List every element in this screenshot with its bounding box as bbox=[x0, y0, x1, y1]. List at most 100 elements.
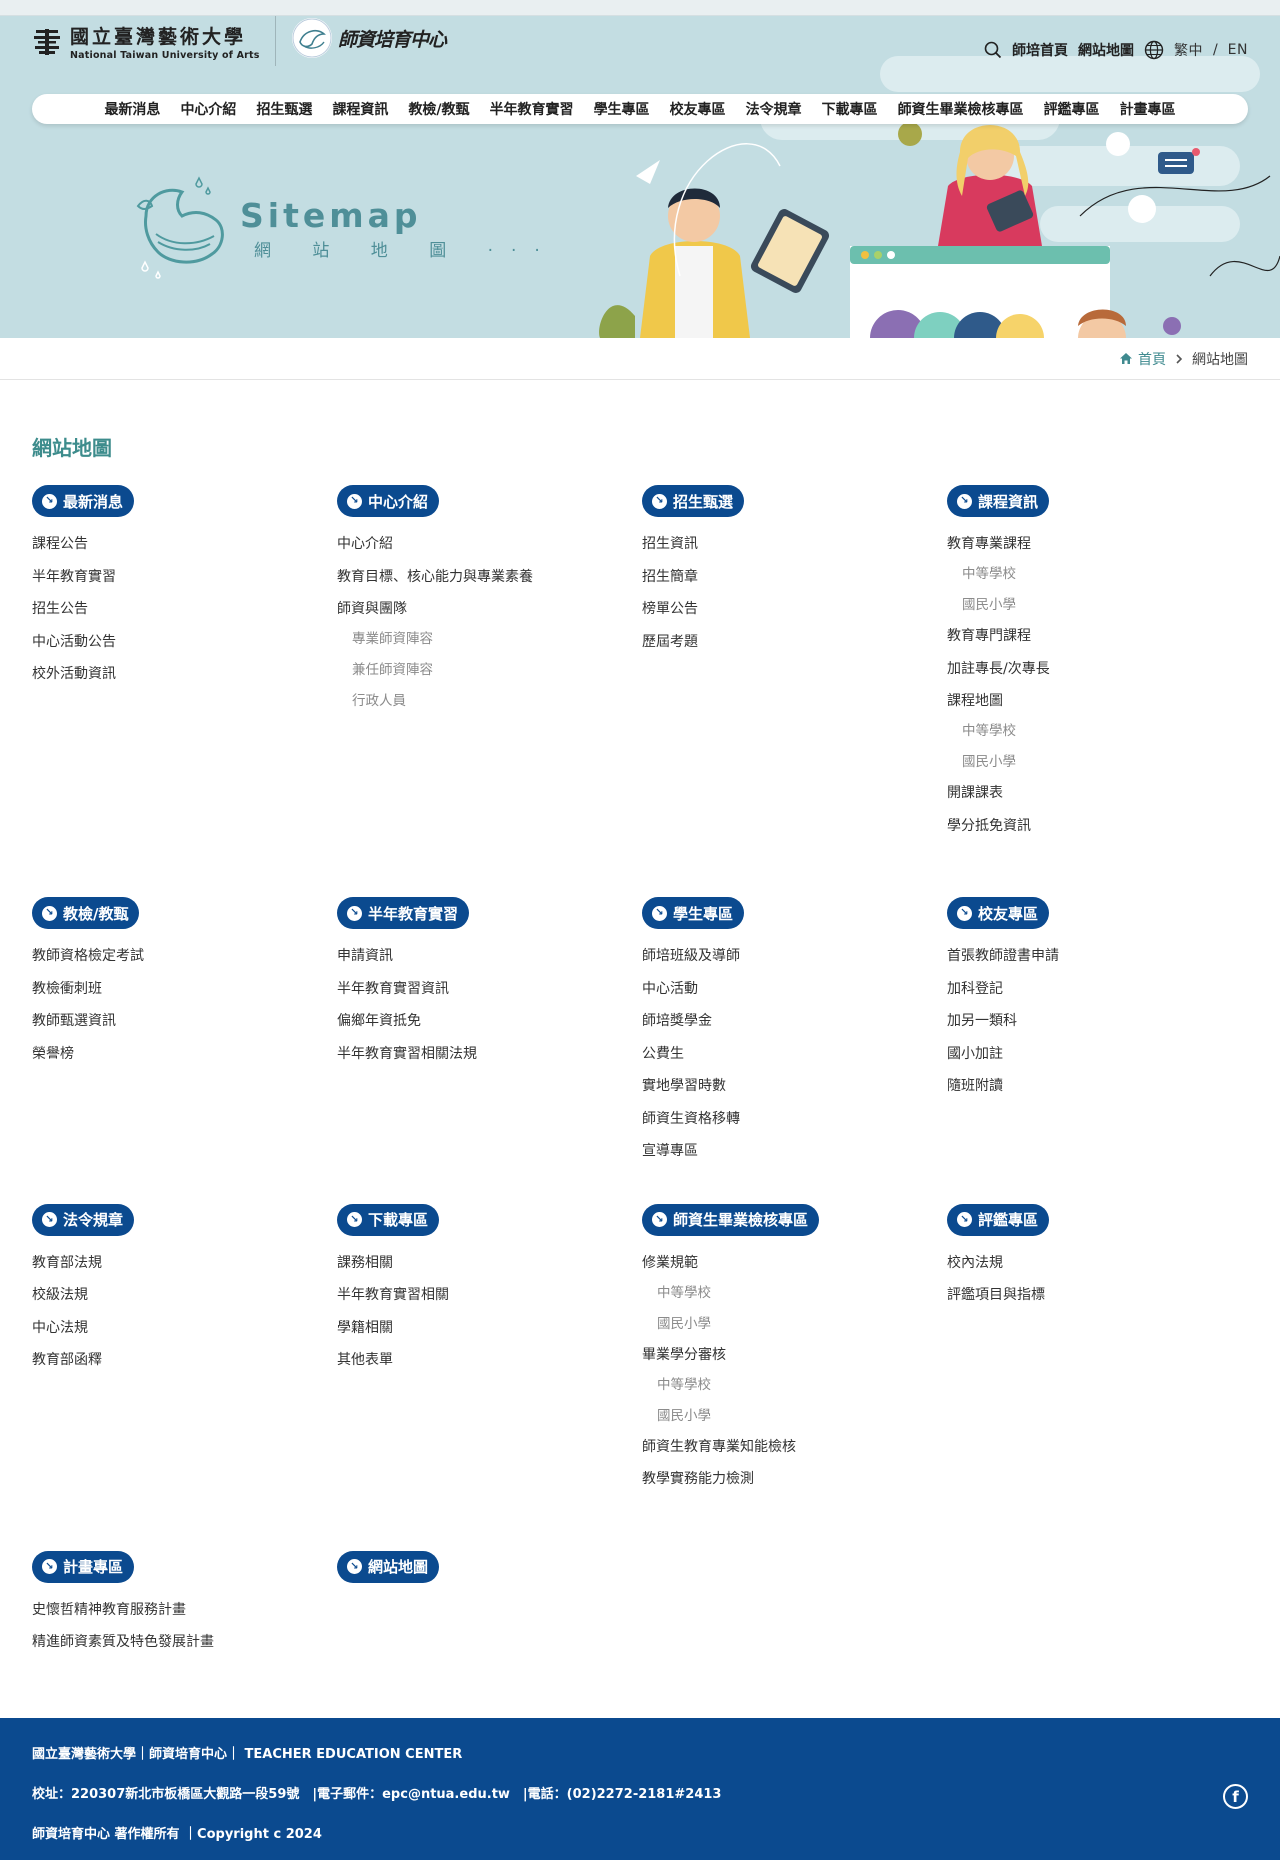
section-heading-button[interactable]: ↘ 師資生畢業檢核專區 bbox=[642, 1203, 820, 1236]
sitemap-link[interactable]: 教學實務能力檢測 bbox=[642, 1471, 754, 1487]
section-heading-button[interactable]: ↘ 校友專區 bbox=[947, 897, 1050, 929]
nav-item[interactable]: 計畫專區 bbox=[1110, 99, 1186, 119]
sitemap-link[interactable]: 榮譽榜 bbox=[32, 1046, 74, 1062]
lang-zh-link[interactable]: 繁中 bbox=[1174, 40, 1203, 60]
section-heading-button[interactable]: ↘ 半年教育實習 bbox=[337, 897, 470, 929]
sitemap-link[interactable]: 教檢衝刺班 bbox=[32, 981, 102, 997]
sitemap-link[interactable]: 中心活動 bbox=[642, 981, 698, 997]
section-heading-button[interactable]: ↘ 下載專區 bbox=[337, 1203, 440, 1236]
sitemap-link[interactable]: 教育部法規 bbox=[32, 1255, 102, 1271]
sitemap-link[interactable]: 招生資訊 bbox=[642, 536, 698, 552]
sitemap-link[interactable]: 半年教育實習資訊 bbox=[337, 981, 449, 997]
sitemap-sub-link[interactable]: 國民小學 bbox=[962, 754, 1016, 770]
sitemap-sub-link[interactable]: 國民小學 bbox=[962, 597, 1016, 613]
nav-item[interactable]: 下載專區 bbox=[812, 99, 888, 119]
section-heading-button[interactable]: ↘ 教檢/教甄 bbox=[32, 897, 140, 929]
section-heading-button[interactable]: ↘ 最新消息 bbox=[32, 485, 135, 517]
nav-item[interactable]: 評鑑專區 bbox=[1034, 99, 1110, 119]
sitemap-link[interactable]: 史懷哲精神教育服務計畫 bbox=[32, 1602, 186, 1618]
sitemap-link[interactable]: 中心介紹 bbox=[337, 536, 393, 552]
section-heading-button[interactable]: ↘ 法令規章 bbox=[32, 1203, 135, 1236]
sitemap-link[interactable]: 教育目標、核心能力與專業素養 bbox=[337, 569, 533, 585]
sitemap-link[interactable]: 實地學習時數 bbox=[642, 1078, 726, 1094]
section-heading-button[interactable]: ↘ 計畫專區 bbox=[32, 1550, 135, 1583]
sitemap-link[interactable]: 畢業學分審核 bbox=[642, 1347, 726, 1363]
sitemap-link[interactable]: 開課課表 bbox=[947, 785, 1003, 801]
sitemap-link[interactable]: 半年教育實習相關 bbox=[337, 1287, 449, 1303]
section-heading-button[interactable]: ↘ 招生甄選 bbox=[642, 485, 745, 517]
sitemap-sub-link[interactable]: 行政人員 bbox=[352, 693, 406, 709]
sitemap-link[interactable]: 教育專業課程 bbox=[947, 536, 1031, 552]
sitemap-sub-link[interactable]: 中等學校 bbox=[657, 1285, 711, 1301]
sitemap-link[interactable]: 課程公告 bbox=[32, 536, 88, 552]
nav-item[interactable]: 中心介紹 bbox=[170, 99, 246, 119]
sitemap-link[interactable]: 公費生 bbox=[642, 1046, 684, 1062]
sitemap-link[interactable]: 師培獎學金 bbox=[642, 1013, 712, 1029]
nav-item[interactable]: 招生甄選 bbox=[246, 99, 322, 119]
sitemap-link[interactable]: 精進師資素質及特色發展計畫 bbox=[32, 1634, 214, 1650]
center-logo[interactable]: 師資培育中心 bbox=[292, 18, 447, 58]
sitemap-link[interactable]: 加另一類科 bbox=[947, 1013, 1017, 1029]
section-heading-button[interactable]: ↘ 中心介紹 bbox=[337, 485, 440, 517]
sitemap-link[interactable]: 課務相關 bbox=[337, 1255, 393, 1271]
sitemap-link[interactable]: 校內法規 bbox=[947, 1255, 1003, 1271]
sitemap-link[interactable]: 加科登記 bbox=[947, 981, 1003, 997]
sitemap-link[interactable]: 招生公告 bbox=[32, 601, 88, 617]
sitemap-sub-link[interactable]: 中等學校 bbox=[962, 723, 1016, 739]
nav-item[interactable]: 校友專區 bbox=[660, 99, 736, 119]
breadcrumb-home[interactable]: 首頁 bbox=[1119, 349, 1166, 369]
section-heading-button[interactable]: ↘ 評鑑專區 bbox=[947, 1203, 1050, 1236]
sitemap-link[interactable]: 榜單公告 bbox=[642, 601, 698, 617]
university-logo[interactable]: 國立臺灣藝術大學 National Taiwan University of A… bbox=[32, 22, 260, 61]
sitemap-sub-link[interactable]: 中等學校 bbox=[962, 566, 1016, 582]
sitemap-link[interactable]: 師資生教育專業知能檢核 bbox=[642, 1439, 796, 1455]
section-heading-button[interactable]: ↘ 網站地圖 bbox=[337, 1550, 440, 1583]
sitemap-link[interactable]: 課程地圖 bbox=[947, 693, 1003, 709]
section-heading-button[interactable]: ↘ 課程資訊 bbox=[947, 485, 1050, 517]
sitemap-link[interactable]: 師資生資格移轉 bbox=[642, 1111, 740, 1127]
sitemap-link[interactable]: 教育部函釋 bbox=[32, 1352, 102, 1368]
nav-item[interactable]: 最新消息 bbox=[94, 99, 170, 119]
sitemap-link[interactable]: 隨班附讀 bbox=[947, 1078, 1003, 1094]
sitemap-link[interactable]: 偏鄉年資抵免 bbox=[337, 1013, 421, 1029]
sitemap-link[interactable]: 歷屆考題 bbox=[642, 634, 698, 650]
sitemap-sub-link[interactable]: 專業師資陣容 bbox=[352, 631, 433, 647]
teacher-home-link[interactable]: 師培首頁 bbox=[1012, 40, 1068, 60]
sitemap-link[interactable]: 中心活動公告 bbox=[32, 634, 116, 650]
sitemap-link[interactable]: 首張教師證書申請 bbox=[947, 948, 1059, 964]
sitemap-link[interactable]: 校外活動資訊 bbox=[32, 666, 116, 682]
section-heading-button[interactable]: ↘ 學生專區 bbox=[642, 897, 745, 929]
lang-en-link[interactable]: EN bbox=[1228, 42, 1248, 58]
sitemap-sub-link[interactable]: 兼任師資陣容 bbox=[352, 662, 433, 678]
sitemap-link[interactable]: 網站地圖 bbox=[1078, 40, 1134, 60]
sitemap-link[interactable]: 中心法規 bbox=[32, 1320, 88, 1336]
sitemap-link[interactable]: 教師資格檢定考試 bbox=[32, 948, 144, 964]
sitemap-link[interactable]: 教師甄選資訊 bbox=[32, 1013, 116, 1029]
facebook-icon[interactable]: f bbox=[1223, 1784, 1248, 1809]
nav-item[interactable]: 半年教育實習 bbox=[480, 99, 584, 119]
sitemap-sub-link[interactable]: 國民小學 bbox=[657, 1408, 711, 1424]
sitemap-link[interactable]: 師培班級及導師 bbox=[642, 948, 740, 964]
nav-item[interactable]: 法令規章 bbox=[736, 99, 812, 119]
sitemap-link[interactable]: 修業規範 bbox=[642, 1255, 698, 1271]
search-icon[interactable] bbox=[984, 41, 1002, 59]
sitemap-sub-link[interactable]: 國民小學 bbox=[657, 1316, 711, 1332]
nav-item[interactable]: 學生專區 bbox=[584, 99, 660, 119]
sitemap-sub-link[interactable]: 中等學校 bbox=[657, 1377, 711, 1393]
sitemap-link[interactable]: 半年教育實習相關法規 bbox=[337, 1046, 477, 1062]
sitemap-link[interactable]: 學分抵免資訊 bbox=[947, 818, 1031, 834]
sitemap-link[interactable]: 宣導專區 bbox=[642, 1143, 698, 1159]
sitemap-link[interactable]: 評鑑項目與指標 bbox=[947, 1287, 1045, 1303]
nav-item[interactable]: 師資生畢業檢核專區 bbox=[888, 99, 1034, 119]
nav-item[interactable]: 課程資訊 bbox=[322, 99, 398, 119]
sitemap-link[interactable]: 國小加註 bbox=[947, 1046, 1003, 1062]
sitemap-link[interactable]: 加註專長/次專長 bbox=[947, 661, 1050, 677]
sitemap-link[interactable]: 師資與團隊 bbox=[337, 601, 407, 617]
nav-item[interactable]: 教檢/教甄 bbox=[398, 99, 479, 119]
sitemap-link[interactable]: 半年教育實習 bbox=[32, 569, 116, 585]
sitemap-link[interactable]: 學籍相關 bbox=[337, 1320, 393, 1336]
sitemap-link[interactable]: 招生簡章 bbox=[642, 569, 698, 585]
sitemap-link[interactable]: 教育專門課程 bbox=[947, 628, 1031, 644]
sitemap-link[interactable]: 其他表單 bbox=[337, 1352, 393, 1368]
sitemap-link[interactable]: 申請資訊 bbox=[337, 948, 393, 964]
